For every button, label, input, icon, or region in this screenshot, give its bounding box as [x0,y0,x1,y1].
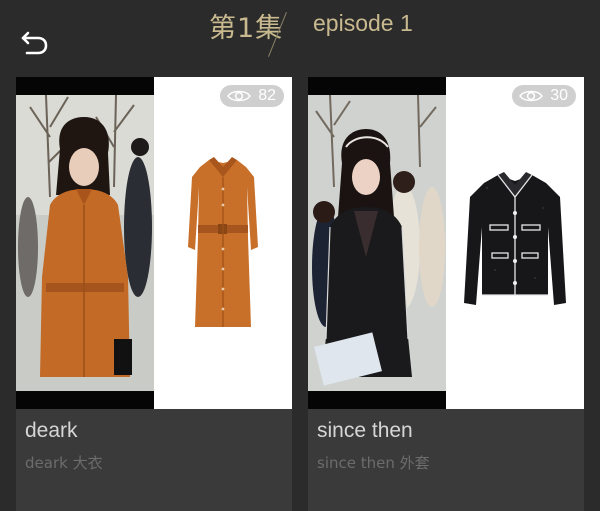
drama-scene-image [308,77,446,409]
header: 第1集 episode 1 [0,0,600,57]
product-image [446,77,584,409]
product-description: deark 大衣 [25,454,103,472]
view-count: 30 [550,87,568,104]
episode-page: 第1集 episode 1 82 deark deark 大衣 30 since… [0,0,600,511]
product-brand: since then [317,419,413,442]
episode-title-cn: 第1集 [209,13,284,44]
product-card[interactable]: 30 since then since then 外套 [308,77,584,511]
drama-scene-image [16,77,154,409]
product-image [154,77,292,409]
episode-title-en: episode 1 [313,10,413,36]
back-arrow-icon [21,31,48,55]
card-media: 30 [308,77,584,409]
product-description: since then 外套 [317,454,430,472]
view-count-badge: 82 [220,85,284,107]
view-count: 82 [258,87,276,104]
back-button[interactable] [18,26,52,60]
eye-icon [227,90,252,102]
product-brand: deark [25,419,78,442]
product-card[interactable]: 82 deark deark 大衣 [16,77,292,511]
card-media: 82 [16,77,292,409]
eye-icon [519,90,544,102]
view-count-badge: 30 [512,85,576,107]
